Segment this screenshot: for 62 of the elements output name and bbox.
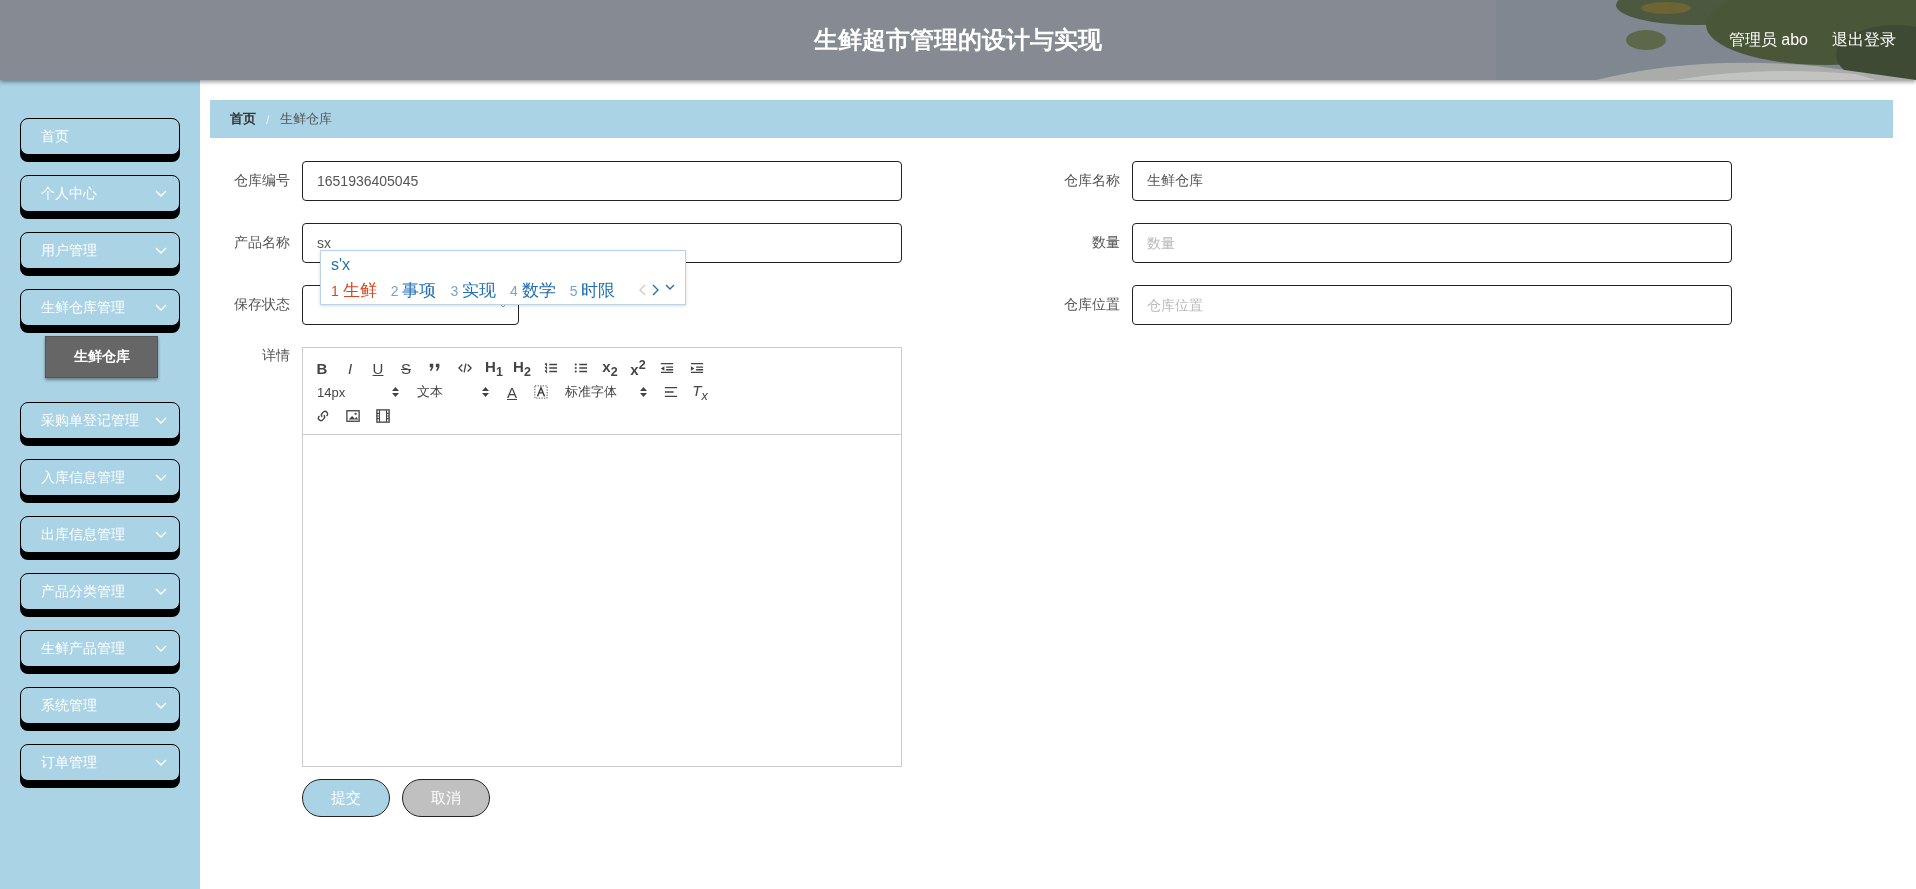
input-field[interactable]: 生鲜仓库: [1132, 161, 1732, 201]
film-icon[interactable]: [376, 409, 390, 423]
format-dropdown[interactable]: 文本: [413, 383, 493, 401]
user-name: 管理员 abo: [1728, 29, 1808, 50]
chevron-down-icon: [155, 587, 167, 596]
field-label: 详情: [261, 347, 290, 365]
submenu-item[interactable]: 生鲜仓库: [45, 336, 158, 378]
next-page-icon[interactable]: [652, 284, 659, 296]
chevron-down-icon: [155, 303, 167, 312]
code-icon[interactable]: [458, 361, 472, 375]
logout-link[interactable]: 退出登录: [1832, 29, 1896, 51]
chevron-down-icon: [155, 189, 167, 198]
breadcrumb-separator: /: [266, 111, 270, 127]
field-label: 保存状态: [233, 296, 290, 314]
chevron-down-icon: [155, 530, 167, 539]
breadcrumb-link[interactable]: 生鲜仓库: [279, 110, 332, 128]
format-button[interactable]: T$_{x}$: [691, 381, 709, 403]
field-label: 仓库名称: [1063, 172, 1120, 190]
image-icon[interactable]: [346, 409, 360, 423]
candidate-word[interactable]: 2 事项: [390, 278, 437, 302]
up-down-arrow-icon: [392, 387, 399, 397]
field-label: 产品名称: [233, 234, 290, 252]
format-button[interactable]: x$_{2}$: [601, 357, 619, 379]
input-field[interactable]: 1651936405045: [302, 161, 902, 201]
numbered-list-icon[interactable]: [544, 361, 558, 375]
format-button[interactable]: A: [503, 383, 521, 401]
format-button[interactable]: H$_{2}$: [513, 357, 531, 379]
candidate-word[interactable]: 4 数学: [510, 278, 556, 302]
breadcrumb-link[interactable]: 首页: [230, 110, 256, 128]
candidate-word[interactable]: 3 实现: [450, 278, 497, 302]
field-label: 数量: [1091, 234, 1120, 252]
format-button[interactable]: I: [341, 359, 359, 377]
up-down-arrow-icon: [640, 387, 647, 397]
bullet-list-icon[interactable]: [574, 361, 588, 375]
highlight-icon[interactable]: [534, 385, 548, 399]
format-button[interactable]: S: [397, 359, 415, 377]
field-label: 仓库编号: [233, 172, 290, 190]
input-field[interactable]: 数量: [1132, 223, 1732, 263]
chevron-down-icon: [155, 701, 167, 710]
chevron-down-icon: [155, 758, 167, 767]
chevron-down-icon: [155, 246, 167, 255]
candidate-word[interactable]: 1 生鲜: [331, 278, 377, 302]
outdent-icon[interactable]: [660, 361, 674, 375]
chevron-down-icon: [155, 416, 167, 425]
format-button[interactable]: x$^{2}$: [629, 358, 647, 378]
format-dropdown[interactable]: 标准字体: [561, 383, 651, 401]
format-button[interactable]: B: [313, 359, 331, 377]
input-field[interactable]: 仓库位置: [1132, 285, 1732, 325]
indent-icon[interactable]: [690, 361, 704, 375]
link-icon[interactable]: [316, 409, 330, 423]
up-down-arrow-icon: [482, 387, 489, 397]
align-icon[interactable]: [664, 385, 678, 399]
chevron-down-icon: [155, 473, 167, 482]
format-button[interactable]: U: [369, 359, 387, 377]
format-button[interactable]: H$_{1}$: [485, 357, 503, 379]
field-label: 仓库位置: [1063, 296, 1120, 314]
expand-icon[interactable]: [665, 284, 675, 291]
candidate-word[interactable]: 5 时限: [569, 278, 616, 302]
app-title: 生鲜超市管理的设计与实现: [814, 25, 1102, 55]
format-dropdown[interactable]: 14px: [313, 384, 403, 400]
rich-text-editor[interactable]: B I U S H$_{1}$ H$_{2}$ x$_{2}$ x$^{2}$ 14px 文本 A 标准字体 T$_{x}$: [302, 347, 902, 767]
chevron-down-icon: [155, 644, 167, 653]
